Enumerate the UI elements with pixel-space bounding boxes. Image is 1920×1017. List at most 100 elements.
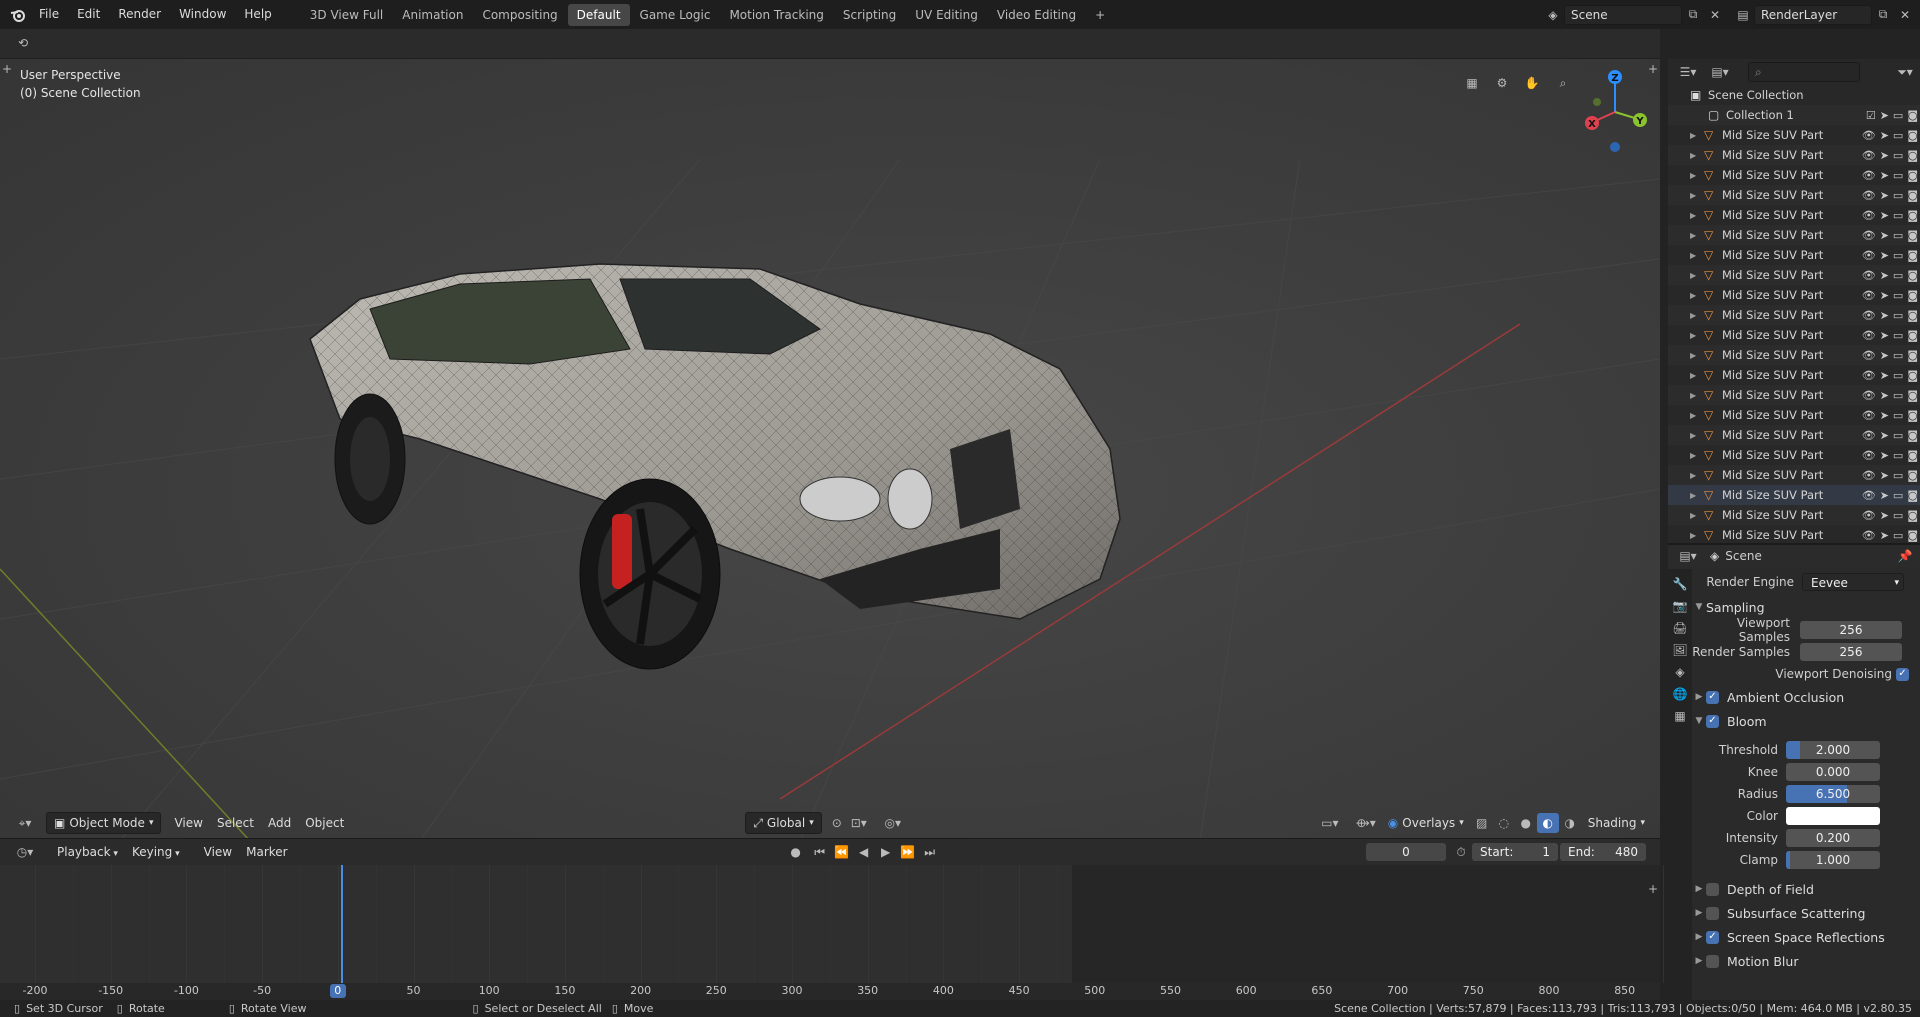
view-layer-tab-icon[interactable]: 🖼 [1672,643,1687,657]
monitor-icon[interactable]: ▭ [1893,489,1903,502]
properties-type-icon[interactable]: ▤▾ [1674,546,1702,566]
expand-arrow-icon[interactable]: ▶ [1690,431,1704,440]
render-engine-dropdown[interactable]: Eevee ▾ [1802,573,1904,591]
outliner-object-row[interactable]: ▶ ▽ Mid Size SUV Part.0 👁 ➤ ▭ ◙ [1668,485,1920,505]
expand-arrow-icon[interactable]: ▶ [1690,291,1704,300]
select-arrow-icon[interactable]: ➤ [1880,329,1889,342]
select-arrow-icon[interactable]: ➤ [1880,269,1889,282]
outliner-object-row[interactable]: ▶▽ Mid Size SUV Part.0(👁 ➤ ▭ ◙ [1668,165,1920,185]
camera-icon[interactable]: ◙ [1907,129,1918,142]
new-scene-icon[interactable]: ⧉ [1682,5,1704,25]
current-frame-field[interactable]: 0 [1366,843,1446,861]
camera-icon[interactable]: ◙ [1907,469,1918,482]
camera-icon[interactable]: ◙ [1907,249,1918,262]
select-arrow-icon[interactable]: ➤ [1880,369,1889,382]
tab-compositing[interactable]: Compositing [473,4,566,26]
expand-arrow-icon[interactable]: ▶ [1690,511,1704,520]
menu-keying[interactable]: Keying ▾ [125,841,187,863]
filter-icon[interactable]: ⏷▾ [1894,62,1916,82]
eye-icon[interactable]: 👁 [1862,529,1876,542]
subsurface-scattering-panel-header[interactable]: ▶ Subsurface Scattering [1692,901,1920,925]
monitor-icon[interactable]: ▭ [1893,429,1903,442]
render-tab-icon[interactable]: 📷 [1673,599,1688,613]
grid-view-icon[interactable]: ▦ [1461,73,1483,93]
texture-tab-icon[interactable]: ▦ [1674,709,1685,723]
tab-uv-editing[interactable]: UV Editing [906,4,987,26]
view-object-types-icon[interactable]: ▭▾ [1315,813,1345,833]
menu-marker[interactable]: Marker [239,841,294,863]
expand-arrow-icon[interactable]: ▶ [1690,531,1704,540]
zoom-icon[interactable]: ⌕ [1552,73,1574,93]
threshold-field[interactable]: 2.000 [1786,741,1880,759]
select-arrow-icon[interactable]: ➤ [1880,349,1889,362]
output-tab-icon[interactable]: 🖨 [1672,621,1687,635]
eye-icon[interactable]: 👁 [1862,269,1876,282]
monitor-icon[interactable]: ▭ [1893,389,1903,402]
camera-icon[interactable]: ◙ [1907,429,1918,442]
expand-arrow-icon[interactable]: ▶ [1690,131,1704,140]
camera-icon[interactable]: ◙ [1907,269,1918,282]
tool-tab-icon[interactable]: 🔧 [1673,577,1688,591]
outliner-object-row[interactable]: ▶ ▽ Mid Size SUV Part.0 👁 ➤ ▭ ◙ [1668,505,1920,525]
menu-render[interactable]: Render [109,0,170,29]
select-arrow-icon[interactable]: ➤ [1880,129,1889,142]
camera-icon[interactable]: ◙ [1907,209,1918,222]
timeline-track-area[interactable] [0,865,1664,1001]
camera-view-icon[interactable]: ⚙ [1491,73,1513,93]
new-view-layer-icon[interactable]: ⧉ [1872,5,1894,25]
monitor-icon[interactable]: ▭ [1893,249,1903,262]
monitor-icon[interactable]: ▭ [1893,149,1903,162]
pin-icon[interactable]: 📌 [1894,546,1916,566]
eye-icon[interactable]: 👁 [1862,489,1876,502]
clamp-field[interactable]: 1.000 [1786,851,1880,869]
outliner-search-input[interactable]: ⌕ [1748,62,1860,82]
radius-field[interactable]: 6.500 [1786,785,1880,803]
play-icon[interactable]: ▶ [875,842,897,862]
monitor-icon[interactable]: ▭ [1893,509,1903,522]
stopwatch-icon[interactable]: ⏱ [1450,842,1472,862]
camera-icon[interactable]: ◙ [1907,229,1918,242]
navigation-gizmo[interactable]: Z Y X [1575,67,1655,157]
ambient-occlusion-panel-header[interactable]: ▶ ✓ Ambient Occlusion [1692,685,1920,709]
select-arrow-icon[interactable]: ➤ [1880,229,1889,242]
eye-icon[interactable]: 👁 [1862,249,1876,262]
monitor-icon[interactable]: ▭ [1893,189,1903,202]
screen-space-reflections-panel-header[interactable]: ▶ ✓ Screen Space Reflections [1692,925,1920,949]
wireframe-shading-icon[interactable]: ◌ [1493,813,1515,833]
gizmo-toggle-icon[interactable]: ⟴▾ [1351,813,1381,833]
menu-add[interactable]: Add [261,812,298,834]
proportional-edit-icon[interactable]: ◎▾ [878,813,908,833]
expand-arrow-icon[interactable]: ▶ [1690,331,1704,340]
motion-blur-panel-header[interactable]: ▶ Motion Blur [1692,949,1920,973]
overlays-button[interactable]: ◉ Overlays ▾ [1381,812,1471,834]
xray-icon[interactable]: ▨ [1471,813,1493,833]
camera-icon[interactable]: ◙ [1907,189,1918,202]
material-shading-icon[interactable]: ◐ [1536,813,1559,833]
select-arrow-icon[interactable]: ➤ [1880,509,1889,522]
outliner-object-row[interactable]: ▶ ▽ Mid Size SUV Part.0 👁 ➤ ▭ ◙ [1668,325,1920,345]
camera-icon[interactable]: ◙ [1907,329,1918,342]
outliner-object-row[interactable]: ▶ ▽ Mid Size SUV Part.0 👁 ➤ ▭ ◙ [1668,385,1920,405]
camera-icon[interactable]: ◙ [1907,529,1918,542]
depth-of-field-checkbox[interactable] [1706,882,1719,896]
select-arrow-icon[interactable]: ➤ [1880,109,1889,122]
orientation-dropdown[interactable]: ⤢ Global ▾ [745,812,822,834]
select-arrow-icon[interactable]: ➤ [1880,249,1889,262]
camera-icon[interactable]: ◙ [1907,289,1918,302]
eye-icon[interactable]: 👁 [1862,509,1876,522]
tab-default[interactable]: Default [567,3,630,26]
outliner-object-row[interactable]: ▶ ▽ Mid Size SUV Part.0 👁 ➤ ▭ ◙ [1668,345,1920,365]
tab-game-logic[interactable]: Game Logic [631,4,720,26]
monitor-icon[interactable]: ▭ [1893,229,1903,242]
subsurface-scattering-checkbox[interactable] [1706,906,1719,920]
outliner-object-row[interactable]: ▶ ▽ Mid Size SUV Part.0 👁 ➤ ▭ ◙ [1668,365,1920,385]
expand-arrow-icon[interactable]: ▶ [1690,171,1704,180]
snap-icon[interactable]: ⊡▾ [848,813,870,833]
outliner-scene-collection[interactable]: ▣ Scene Collection [1668,85,1920,105]
eye-icon[interactable]: 👁 [1862,409,1876,422]
menu-help[interactable]: Help [235,0,280,29]
outliner-object-row[interactable]: ▶ ▽ Mid Size SUV Part.0 👁 ➤ ▭ ◙ [1668,525,1920,545]
expand-arrow-icon[interactable]: ▶ [1690,251,1704,260]
monitor-icon[interactable]: ▭ [1893,409,1903,422]
eye-icon[interactable]: 👁 [1862,149,1876,162]
